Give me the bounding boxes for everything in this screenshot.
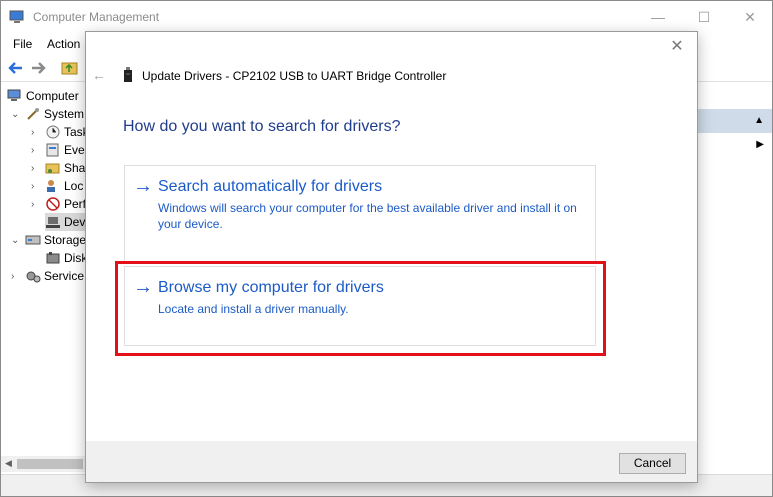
tree-item-services[interactable]: › Service [11,267,84,285]
scrollbar-thumb[interactable] [17,459,83,469]
shared-folder-icon [45,163,60,174]
tree-item-label: Eve [64,143,85,157]
cancel-button[interactable]: Cancel [619,453,686,474]
back-arrow-icon[interactable] [6,60,24,76]
computer-management-icon [9,10,24,23]
close-window-button[interactable]: ✕ [727,1,773,33]
disk-icon [46,252,60,264]
clock-icon [46,125,60,139]
performance-icon [46,197,60,211]
tree-item-local-users[interactable]: › Loc [31,177,83,195]
usb-device-icon [124,67,132,82]
update-drivers-dialog: ✕ ← Update Drivers - CP2102 USB to UART … [85,31,698,483]
tree-item-system[interactable]: ⌄ System [11,105,84,123]
tree-item-disk-management[interactable]: Disk [45,249,87,267]
actions-header[interactable]: ▲ [698,109,772,133]
dialog-question: How do you want to search for drivers? [123,118,401,135]
maximize-button[interactable]: ☐ [681,1,727,33]
dialog-title: Update Drivers - CP2102 USB to UART Brid… [142,69,447,83]
horizontal-scrollbar[interactable]: ◀ [1,456,87,472]
window-title: Computer Management [33,10,160,24]
tree-item-label: Disk [64,251,88,265]
tree-item-label: Sha [64,161,86,175]
tree-item-label: Dev [64,215,86,229]
computer-icon [7,89,21,101]
tree-item-performance[interactable]: › Perf [31,195,86,213]
tree-item-label: Service [44,269,85,283]
tree-item-label: Perf [64,197,87,211]
forward-arrow-icon[interactable] [30,60,48,76]
option-title: Search automatically for drivers [158,178,383,195]
back-arrow-icon[interactable]: ← [92,67,108,83]
expand-arrow-icon[interactable]: ▶ [756,139,764,150]
tree-item-task-scheduler[interactable]: › Task [31,123,89,141]
storage-icon [25,235,41,245]
search-automatically-option[interactable]: → Search automatically for drivers Windo… [124,165,596,262]
menu-action[interactable]: Action [47,37,80,51]
tree-item-shared-folders[interactable]: › Sha [31,159,85,177]
chevron-right-icon[interactable]: › [31,127,41,138]
chevron-down-icon[interactable]: ⌄ [11,109,21,120]
option-description: Windows will search your computer for th… [158,201,577,231]
chevron-down-icon[interactable]: ⌄ [11,235,21,246]
tree-item-device-manager[interactable]: Dev [45,213,87,231]
right-arrow-icon: → [133,175,153,197]
chevron-right-icon[interactable]: › [11,271,21,282]
chevron-right-icon[interactable]: › [31,163,41,174]
scroll-left-icon[interactable]: ◀ [5,458,12,469]
tree-item-label: Storage [44,233,87,247]
browse-my-computer-option[interactable]: → Browse my computer for drivers Locate … [124,266,596,346]
title-bar: Computer Management — ☐ ✕ [1,1,772,33]
tree-item-computer[interactable]: Computer [7,87,79,105]
dialog-close-button[interactable]: ✕ [667,38,687,56]
chevron-right-icon[interactable]: › [31,199,41,210]
console-tree: Computer ⌄ System › Task › Eve › Sha › L… [1,85,89,455]
folder-up-icon[interactable] [61,60,79,76]
dialog-footer: Cancel [86,441,697,482]
minimize-button[interactable]: — [635,1,681,33]
tree-item-label: Loc [64,179,84,193]
option-title: Browse my computer for drivers [158,279,384,296]
device-manager-icon [46,217,60,228]
tools-icon [27,108,39,120]
tree-item-event-viewer[interactable]: › Eve [31,141,85,159]
chevron-right-icon[interactable]: › [31,145,41,156]
tree-item-label: Computer [26,89,79,103]
users-icon [47,180,55,192]
right-arrow-icon: → [133,276,153,298]
actions-pane: ▲ ▶ [698,85,772,465]
collapse-caret-icon[interactable]: ▲ [754,115,764,126]
menu-file[interactable]: File [13,37,32,51]
chevron-right-icon[interactable]: › [31,181,41,192]
tree-item-storage[interactable]: ⌄ Storage [11,231,86,249]
tree-item-label: System [44,107,85,121]
option-description: Locate and install a driver manually. [158,302,349,316]
event-viewer-icon [46,143,59,157]
services-icon [26,271,41,283]
